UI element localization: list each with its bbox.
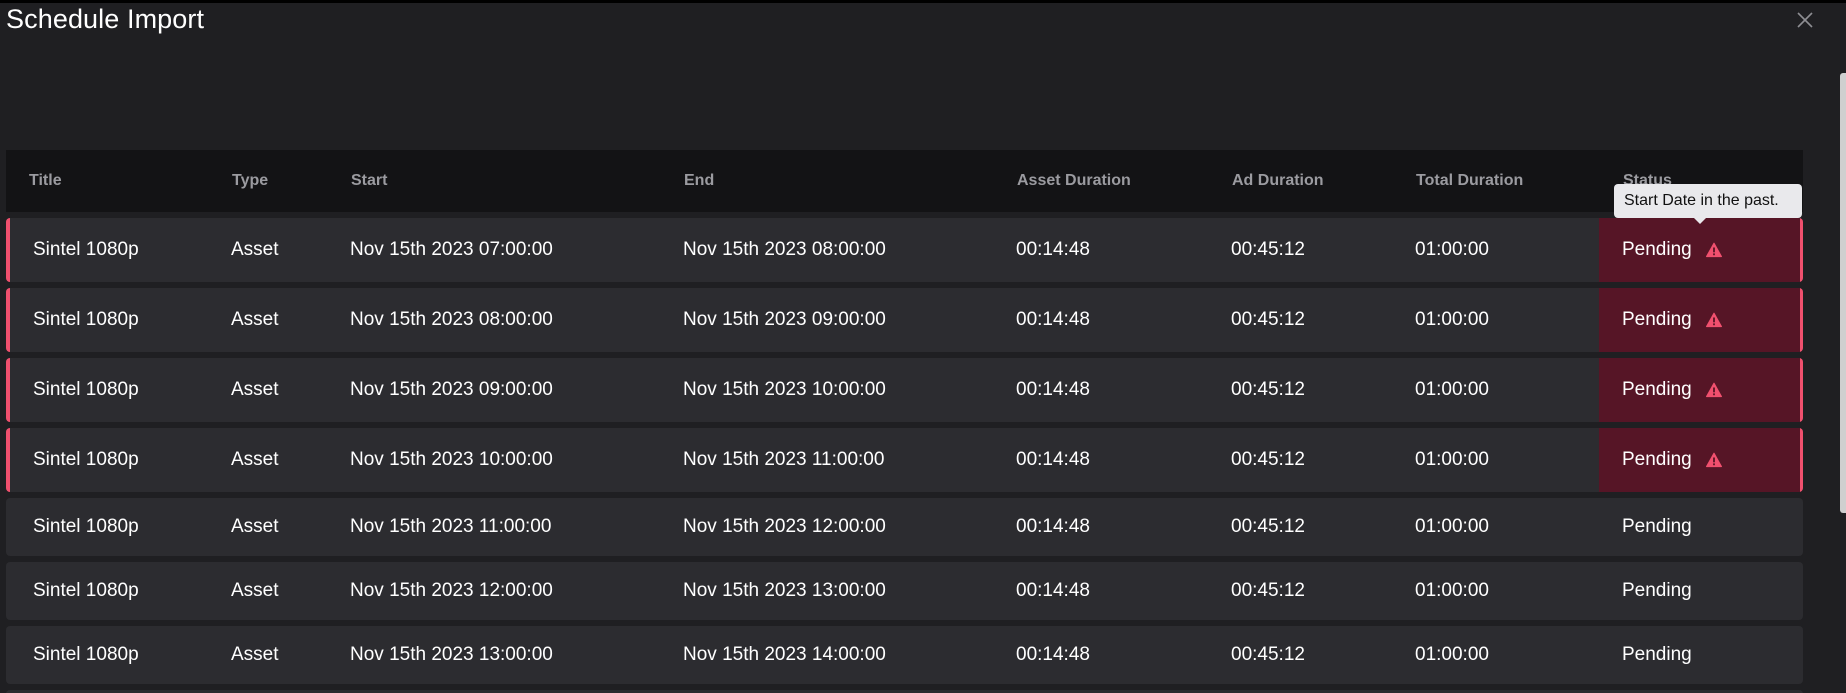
cell-status: Pending: [1622, 239, 1692, 260]
close-icon[interactable]: [1794, 9, 1816, 31]
cell-ad-duration: 00:45:12: [1231, 239, 1305, 260]
table-row[interactable]: Sintel 1080p Asset Nov 15th 2023 08:00:00 N…: [6, 288, 1803, 352]
cell-ad-duration: 00:45:12: [1231, 580, 1305, 601]
cell-ad-duration: 00:45:12: [1231, 449, 1305, 470]
warning-triangle-icon[interactable]: [1706, 312, 1722, 328]
status-warning-edge: [1800, 288, 1803, 352]
cell-status: Pending: [1622, 516, 1692, 537]
cell-type: Asset: [231, 309, 279, 330]
cell-start: Nov 15th 2023 10:00:00: [350, 449, 553, 470]
column-header-total-duration[interactable]: Total Duration: [1416, 172, 1523, 190]
cell-total-duration: 01:00:00: [1415, 516, 1489, 537]
cell-title: Sintel 1080p: [33, 644, 139, 665]
cell-ad-duration: 00:45:12: [1231, 309, 1305, 330]
cell-total-duration: 01:00:00: [1415, 580, 1489, 601]
cell-type: Asset: [231, 449, 279, 470]
cell-start: Nov 15th 2023 08:00:00: [350, 309, 553, 330]
cell-asset-duration: 00:14:48: [1016, 309, 1090, 330]
column-header-asset-duration[interactable]: Asset Duration: [1017, 172, 1131, 190]
cell-title: Sintel 1080p: [33, 309, 139, 330]
cell-asset-duration: 00:14:48: [1016, 580, 1090, 601]
cell-ad-duration: 00:45:12: [1231, 644, 1305, 665]
table-row[interactable]: Sintel 1080p Asset Nov 15th 2023 13:00:00 N…: [6, 626, 1803, 684]
cell-asset-duration: 00:14:48: [1016, 239, 1090, 260]
cell-start: Nov 15th 2023 13:00:00: [350, 644, 553, 665]
cell-ad-duration: 00:45:12: [1231, 379, 1305, 400]
warning-triangle-icon[interactable]: [1706, 382, 1722, 398]
cell-asset-duration: 00:14:48: [1016, 516, 1090, 537]
cell-status: Pending: [1622, 580, 1692, 601]
cell-end: Nov 15th 2023 08:00:00: [683, 239, 886, 260]
cell-title: Sintel 1080p: [33, 449, 139, 470]
cell-type: Asset: [231, 516, 279, 537]
cell-title: Sintel 1080p: [33, 379, 139, 400]
cell-start: Nov 15th 2023 11:00:00: [350, 516, 552, 537]
warning-triangle-icon[interactable]: [1706, 242, 1722, 258]
cell-asset-duration: 00:14:48: [1016, 644, 1090, 665]
cell-start: Nov 15th 2023 12:00:00: [350, 580, 553, 601]
table-body: Sintel 1080p Asset Nov 15th 2023 07:00:00 N…: [6, 218, 1803, 684]
cell-status: Pending: [1622, 644, 1692, 665]
warning-triangle-icon[interactable]: [1706, 452, 1722, 468]
cell-type: Asset: [231, 580, 279, 601]
table-row[interactable]: Sintel 1080p Asset Nov 15th 2023 11:00:00 N…: [6, 498, 1803, 556]
status-warning-edge: [1800, 428, 1803, 492]
dialog-title: Schedule Import: [6, 4, 205, 34]
cell-title: Sintel 1080p: [33, 239, 139, 260]
warning-tooltip: Start Date in the past.: [1614, 184, 1802, 224]
cell-end: Nov 15th 2023 12:00:00: [683, 516, 886, 537]
status-warning-edge: [1800, 358, 1803, 422]
table-row[interactable]: Sintel 1080p Asset Nov 15th 2023 10:00:00 N…: [6, 428, 1803, 492]
tooltip-arrow: [1694, 218, 1706, 224]
warning-accent-bar: [6, 218, 10, 282]
cell-end: Nov 15th 2023 11:00:00: [683, 449, 885, 470]
table-row[interactable]: Sintel 1080p Asset Nov 15th 2023 12:00:00 N…: [6, 562, 1803, 620]
table-row[interactable]: Sintel 1080p Asset Nov 15th 2023 09:00:00 N…: [6, 358, 1803, 422]
cell-start: Nov 15th 2023 07:00:00: [350, 239, 553, 260]
table-header: Title Type Start End Asset Duration Ad D…: [6, 150, 1803, 212]
column-header-title[interactable]: Title: [29, 172, 62, 190]
cell-status: Pending: [1622, 379, 1692, 400]
cell-total-duration: 01:00:00: [1415, 309, 1489, 330]
schedule-import-dialog: Schedule Import Title Type Start End Ass…: [0, 0, 1846, 693]
cell-end: Nov 15th 2023 14:00:00: [683, 644, 886, 665]
cell-total-duration: 01:00:00: [1415, 379, 1489, 400]
warning-accent-bar: [6, 428, 10, 492]
cell-title: Sintel 1080p: [33, 516, 139, 537]
status-warning-edge: [1800, 218, 1803, 282]
warning-accent-bar: [6, 288, 10, 352]
column-header-type[interactable]: Type: [232, 172, 268, 190]
cell-asset-duration: 00:14:48: [1016, 449, 1090, 470]
cell-total-duration: 01:00:00: [1415, 449, 1489, 470]
warning-accent-bar: [6, 358, 10, 422]
cell-ad-duration: 00:45:12: [1231, 516, 1305, 537]
cell-end: Nov 15th 2023 13:00:00: [683, 580, 886, 601]
table-row[interactable]: Sintel 1080p Asset Nov 15th 2023 07:00:00 N…: [6, 218, 1803, 282]
cell-end: Nov 15th 2023 09:00:00: [683, 309, 886, 330]
column-header-start[interactable]: Start: [351, 172, 387, 190]
column-header-end[interactable]: End: [684, 172, 714, 190]
cell-start: Nov 15th 2023 09:00:00: [350, 379, 553, 400]
cell-total-duration: 01:00:00: [1415, 644, 1489, 665]
cell-type: Asset: [231, 239, 279, 260]
cell-total-duration: 01:00:00: [1415, 239, 1489, 260]
cell-title: Sintel 1080p: [33, 580, 139, 601]
cell-type: Asset: [231, 379, 279, 400]
schedule-table: Title Type Start End Asset Duration Ad D…: [6, 150, 1803, 693]
cell-asset-duration: 00:14:48: [1016, 379, 1090, 400]
cell-status: Pending: [1622, 309, 1692, 330]
cell-status: Pending: [1622, 449, 1692, 470]
cell-type: Asset: [231, 644, 279, 665]
column-header-ad-duration[interactable]: Ad Duration: [1232, 172, 1324, 190]
cell-end: Nov 15th 2023 10:00:00: [683, 379, 886, 400]
scrollbar[interactable]: [1840, 73, 1846, 513]
tooltip-text: Start Date in the past.: [1624, 192, 1779, 209]
